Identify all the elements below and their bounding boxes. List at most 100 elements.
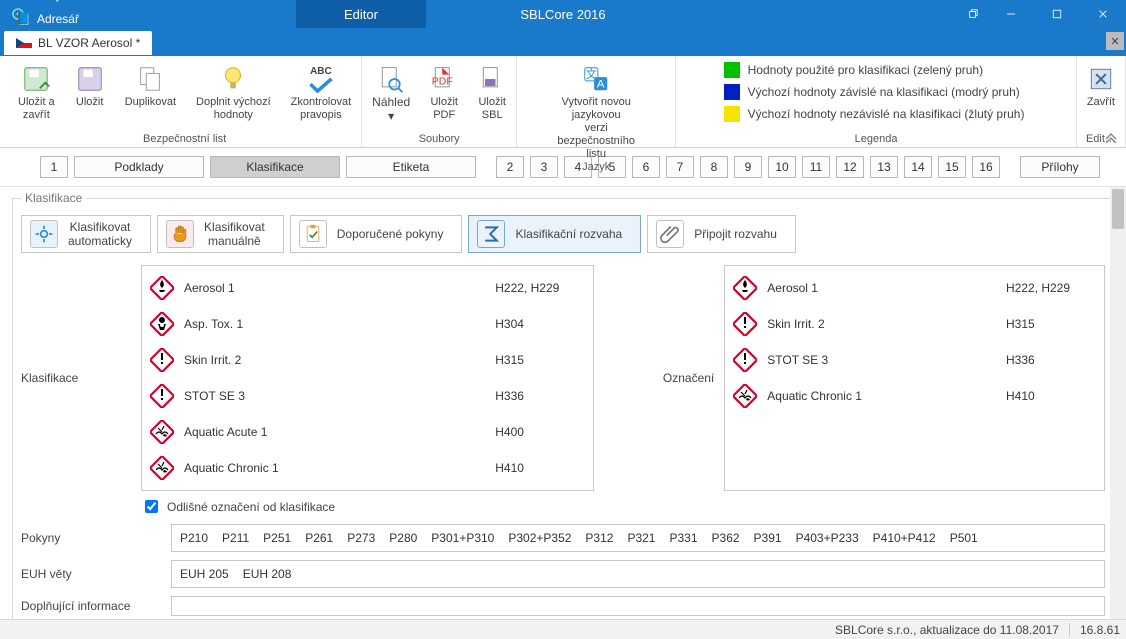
window-minimize-button[interactable] bbox=[988, 0, 1034, 28]
ghs-env-icon bbox=[150, 420, 174, 444]
paperclip-icon bbox=[656, 220, 684, 248]
euh-code[interactable]: EUH 208 bbox=[243, 567, 292, 581]
different-labeling-checkbox[interactable] bbox=[145, 500, 158, 513]
window-close-button[interactable] bbox=[1080, 0, 1126, 28]
hand-icon bbox=[166, 220, 194, 248]
p-code[interactable]: P273 bbox=[347, 531, 375, 545]
legend-swatch bbox=[724, 84, 740, 100]
labeling-list[interactable]: Aerosol 1H222, H229 Skin Irrit. 2H315 STOT… bbox=[724, 265, 1105, 491]
classification-balance-button[interactable]: Klasifikační rozvaha bbox=[468, 215, 641, 253]
save-pdf-button[interactable]: PDF Uložit PDF bbox=[424, 62, 464, 122]
euh-codes-field[interactable]: EUH 205 EUH 208 bbox=[171, 560, 1105, 588]
p-code[interactable]: P261 bbox=[305, 531, 333, 545]
p-code[interactable]: P301+P310 bbox=[431, 531, 494, 545]
close-editor-button[interactable]: Zavřít bbox=[1081, 62, 1121, 109]
page-button-etiketa[interactable]: Etiketa bbox=[346, 156, 476, 178]
p-code[interactable]: P331 bbox=[669, 531, 697, 545]
legend-row-2: Výchozí hodnoty nezávislé na klasifikaci… bbox=[724, 106, 1025, 122]
p-code[interactable]: P210 bbox=[180, 531, 208, 545]
page-button-1[interactable]: 1 bbox=[40, 156, 68, 178]
hazard-name: Aquatic Chronic 1 bbox=[767, 389, 996, 403]
p-code[interactable]: P251 bbox=[263, 531, 291, 545]
duplicate-icon bbox=[135, 62, 165, 96]
save-button[interactable]: Uložit bbox=[69, 62, 111, 109]
preview-button[interactable]: Náhled▾ bbox=[366, 62, 416, 124]
page-button-16[interactable]: 16 bbox=[972, 156, 1000, 178]
hazard-row[interactable]: STOT SE 3H336 bbox=[733, 346, 1096, 374]
extra-info-field[interactable] bbox=[171, 596, 1105, 616]
label-labeling: Označení bbox=[604, 265, 714, 491]
tabs-close-button[interactable]: ✕ bbox=[1106, 32, 1124, 50]
page-button-14[interactable]: 14 bbox=[904, 156, 932, 178]
new-language-version-button[interactable]: 文A Vytvořit novou jazykovou verzi bezpeč… bbox=[521, 62, 671, 161]
p-code[interactable]: P501 bbox=[950, 531, 978, 545]
hazard-code: H410 bbox=[1006, 389, 1096, 403]
legend-row-0: Hodnoty použité pro klasifikaci (zelený … bbox=[724, 62, 1025, 78]
status-bar: SBLCore s.r.o., aktualizace do 11.08.201… bbox=[0, 619, 1126, 639]
page-button-podklady[interactable]: Podklady bbox=[74, 156, 204, 178]
duplicate-button[interactable]: Duplikovat bbox=[119, 62, 182, 109]
page-button-15[interactable]: 15 bbox=[938, 156, 966, 178]
different-labeling-label: Odlišné označení od klasifikace bbox=[167, 500, 335, 514]
p-code[interactable]: P391 bbox=[754, 531, 782, 545]
classify-auto-button[interactable]: Klasifikovat automaticky bbox=[21, 215, 151, 253]
hazard-row[interactable]: Asp. Tox. 1H304 bbox=[150, 310, 585, 338]
window-restore-down-icon[interactable] bbox=[958, 0, 988, 28]
clipboard-check-icon bbox=[299, 220, 327, 248]
hazard-row[interactable]: Skin Irrit. 2H315 bbox=[150, 346, 585, 374]
classification-list[interactable]: Aerosol 1H222, H229 Asp. Tox. 1H304 Skin I… bbox=[141, 265, 594, 491]
save-and-close-button[interactable]: Uložit a zavřít bbox=[12, 62, 61, 122]
scrollbar-thumb-inner[interactable] bbox=[1112, 189, 1124, 229]
document-tab-3[interactable]: BL VZOR Aerosol * bbox=[4, 31, 152, 55]
page-button-13[interactable]: 13 bbox=[870, 156, 898, 178]
page-button-2[interactable]: 2 bbox=[496, 156, 524, 178]
save-sbl-button[interactable]: Uložit SBL bbox=[472, 62, 512, 122]
hazard-code: H315 bbox=[495, 353, 585, 367]
page-button-11[interactable]: 11 bbox=[802, 156, 830, 178]
p-code[interactable]: P312 bbox=[585, 531, 613, 545]
spellcheck-button[interactable]: ABC Zkontrolovat pravopis bbox=[285, 62, 358, 122]
document-tabs: 🛡Bezpečnostní listy⚗Látky📘AdresářBL VZOR… bbox=[0, 28, 1126, 56]
p-code[interactable]: P362 bbox=[712, 531, 740, 545]
vertical-scrollbar[interactable] bbox=[1110, 187, 1126, 619]
document-tab-1[interactable]: ⚗ Látky bbox=[4, 0, 152, 7]
euh-code[interactable]: EUH 205 bbox=[180, 567, 229, 581]
page-button-9[interactable]: 9 bbox=[734, 156, 762, 178]
hazard-name: STOT SE 3 bbox=[767, 353, 996, 367]
ghs-exclaim-icon bbox=[733, 312, 757, 336]
attach-balance-button[interactable]: Připojit rozvahu bbox=[647, 215, 796, 253]
hazard-row[interactable]: Aquatic Chronic 1 H410 bbox=[733, 382, 1096, 410]
hazard-row[interactable]: Skin Irrit. 2H315 bbox=[733, 310, 1096, 338]
page-button-8[interactable]: 8 bbox=[700, 156, 728, 178]
hazard-row[interactable]: Aquatic Acute 1H400 bbox=[150, 418, 585, 446]
p-codes-field[interactable]: P210 P211 P251 P261 P273 P280 P301+P310 P302+P3… bbox=[171, 524, 1105, 552]
hazard-row[interactable]: Aquatic Chronic 1H410 bbox=[150, 454, 585, 482]
lightbulb-icon bbox=[218, 62, 248, 96]
svg-text:PDF: PDF bbox=[432, 75, 453, 87]
status-text: SBLCore s.r.o., aktualizace do 11.08.201… bbox=[835, 623, 1059, 637]
p-code[interactable]: P410+P412 bbox=[873, 531, 936, 545]
hazard-row[interactable]: Aerosol 1H222, H229 bbox=[733, 274, 1096, 302]
p-code[interactable]: P321 bbox=[627, 531, 655, 545]
flask-icon: ⚗ bbox=[16, 0, 27, 2]
tab-label: Látky bbox=[33, 0, 62, 2]
page-button-klasifikace[interactable]: Klasifikace bbox=[210, 156, 340, 178]
recommended-statements-button[interactable]: Doporučené pokyny bbox=[290, 215, 463, 253]
page-button-attachments[interactable]: Přílohy bbox=[1020, 156, 1100, 178]
page-button-10[interactable]: 10 bbox=[768, 156, 796, 178]
document-tab-2[interactable]: 📘Adresář bbox=[4, 7, 152, 31]
p-code[interactable]: P302+P352 bbox=[508, 531, 571, 545]
hazard-row[interactable]: STOT SE 3H336 bbox=[150, 382, 585, 410]
p-code[interactable]: P280 bbox=[389, 531, 417, 545]
hazard-code: H410 bbox=[495, 461, 585, 475]
p-code[interactable]: P403+P233 bbox=[796, 531, 859, 545]
page-button-12[interactable]: 12 bbox=[836, 156, 864, 178]
ghs-flame-icon bbox=[733, 276, 757, 300]
fill-defaults-button[interactable]: Doplnit výchozí hodnoty bbox=[190, 62, 277, 122]
ribbon-collapse-icon[interactable] bbox=[1104, 131, 1120, 145]
hazard-row[interactable]: Aerosol 1H222, H229 bbox=[150, 274, 585, 302]
window-maximize-button[interactable] bbox=[1034, 0, 1080, 28]
ribbon-group-language: 文A Vytvořit novou jazykovou verzi bezpeč… bbox=[517, 56, 676, 147]
classify-manual-button[interactable]: Klasifikovat manuálně bbox=[157, 215, 284, 253]
p-code[interactable]: P211 bbox=[222, 531, 249, 545]
